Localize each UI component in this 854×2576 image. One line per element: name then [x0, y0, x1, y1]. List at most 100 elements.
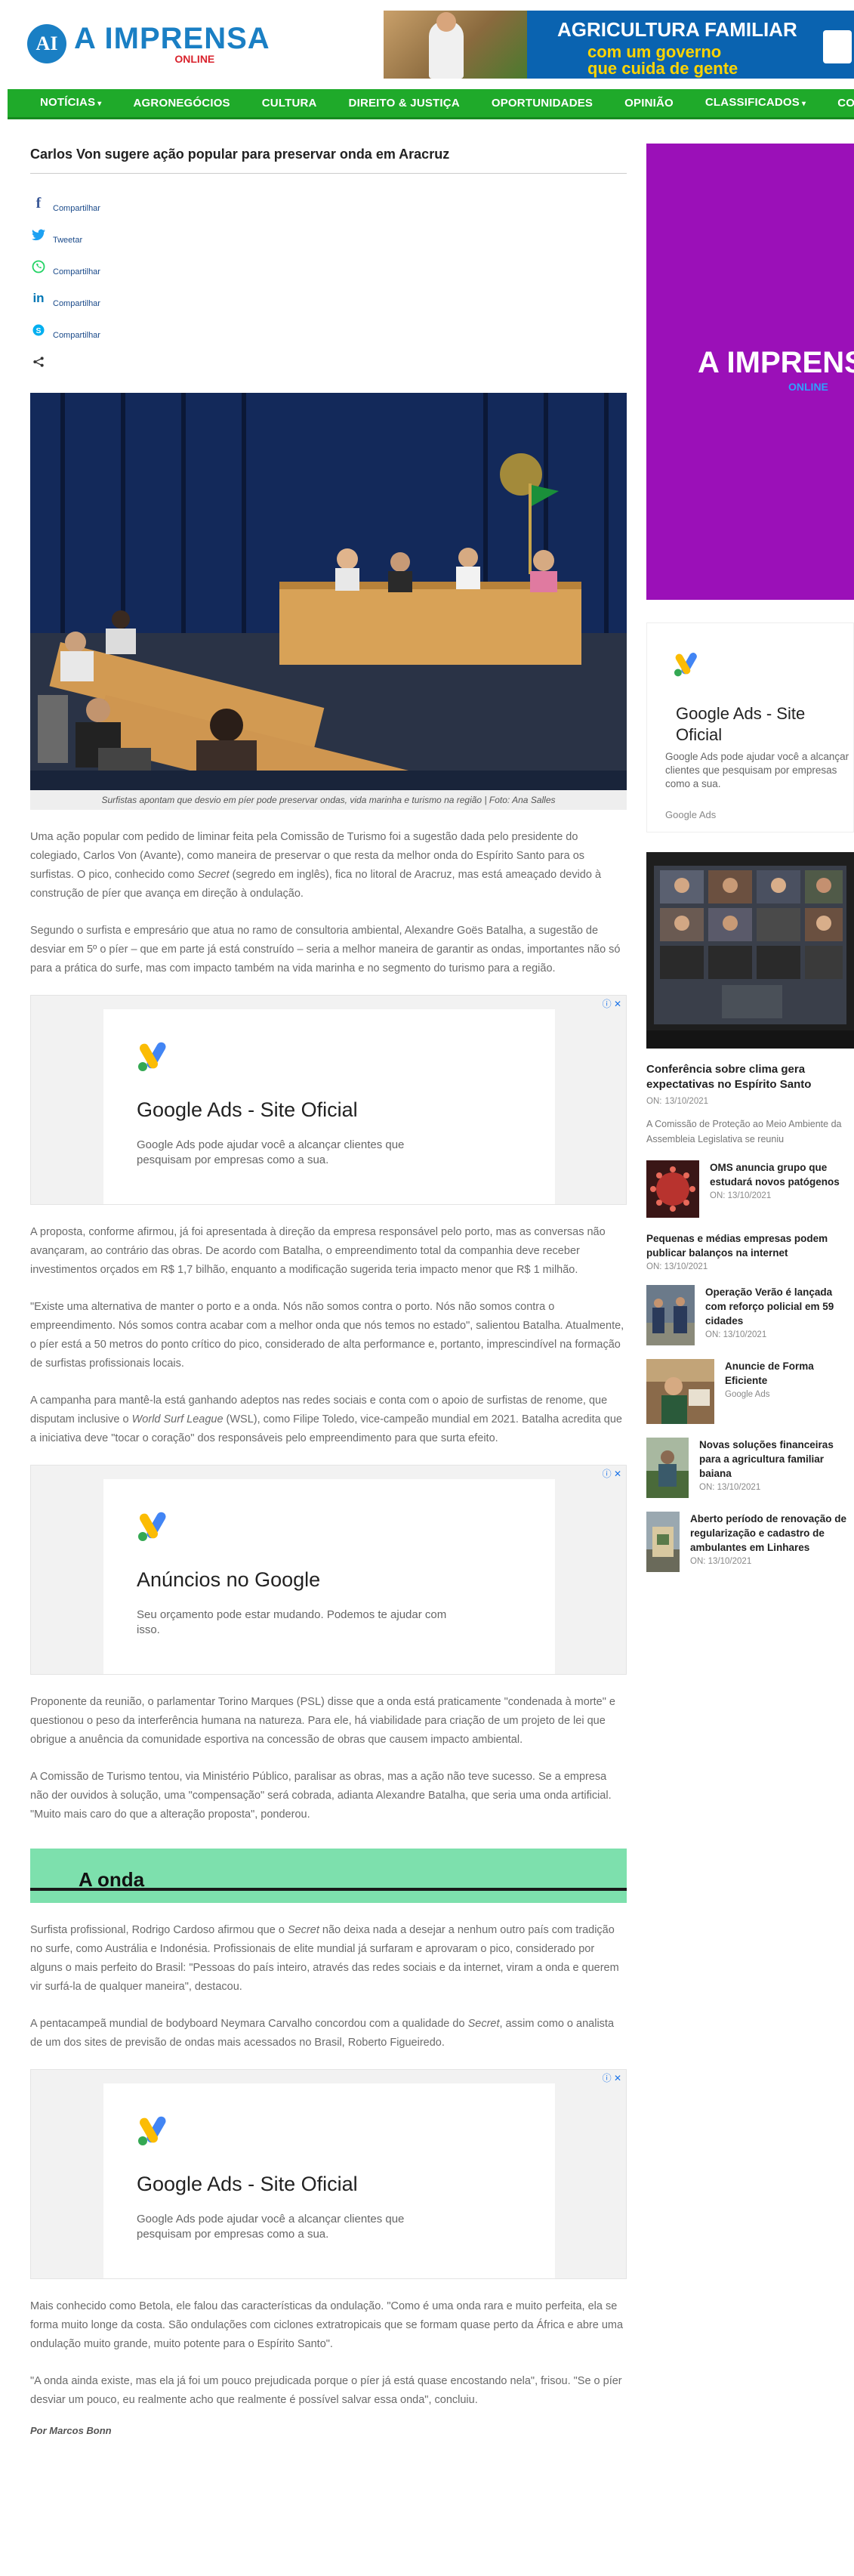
- news-list-item[interactable]: Pequenas e médias empresas podem publica…: [646, 1231, 854, 1271]
- banner-subtitle: ONLINE: [788, 381, 828, 393]
- ad-title[interactable]: Google Ads - Site Oficial: [137, 1098, 358, 1122]
- share-icon: [30, 354, 47, 370]
- nav-item-opiniao[interactable]: OPINIÃO: [609, 88, 689, 119]
- share-skype[interactable]: S Compartilhar: [30, 314, 627, 346]
- ad-title[interactable]: Google Ads - Site Oficial: [676, 703, 805, 746]
- site-header: AI A IMPRENSA ONLINE AGRICULTURA FAMILIA…: [0, 0, 854, 89]
- nav-item-noticias[interactable]: NOTÍCIAS ▾: [24, 88, 118, 119]
- google-ads-icon: [138, 1042, 166, 1071]
- ad-description: Google Ads pode ajudar você a alcançar c…: [665, 751, 849, 789]
- share-more[interactable]: [30, 346, 627, 378]
- section-heading: A onda: [30, 1849, 627, 1903]
- news-thumbnail: [646, 1359, 714, 1424]
- share-twitter[interactable]: Tweetar: [30, 219, 627, 251]
- article-main-photo: [30, 393, 627, 790]
- ad-title[interactable]: Google Ads - Site Oficial: [137, 2173, 358, 2196]
- caret-down-icon: ▾: [802, 99, 806, 108]
- sidebar-banner-ad[interactable]: A IMPRENSA ONLINE: [646, 144, 854, 600]
- ad-description: Google Ads pode ajudar você a alcançar c…: [137, 1138, 405, 1166]
- news-date: ON: 13/10/2021: [646, 1262, 708, 1271]
- article-paragraph: A pentacampeã mundial de bodyboard Neyma…: [30, 2018, 615, 2049]
- ad-title[interactable]: Anúncios no Google: [137, 1568, 320, 1592]
- banner-title: AGRICULTURA FAMILIAR: [557, 18, 797, 41]
- share-whatsapp[interactable]: Compartilhar: [30, 251, 627, 283]
- whatsapp-icon: [30, 258, 47, 275]
- article-paragraph: A proposta, conforme afirmou, já foi apr…: [30, 1226, 606, 1276]
- skype-icon: S: [30, 322, 47, 338]
- featured-news-excerpt: A Comissão de Proteção ao Meio Ambiente …: [646, 1119, 842, 1144]
- site-logo[interactable]: AI A IMPRENSA ONLINE: [27, 21, 270, 66]
- news-thumbnail: [646, 1512, 680, 1572]
- ad-description: Google Ads pode ajudar você a alcançar c…: [137, 2213, 405, 2241]
- photo-caption: Surfistas apontam que desvio em píer pod…: [30, 790, 627, 810]
- ad-info-close-icon[interactable]: ⓘ ✕: [603, 997, 621, 1010]
- google-ad[interactable]: ⓘ ✕ Google Ads - Site Oficial Google Ads…: [30, 2069, 627, 2279]
- news-thumbnail: [646, 1285, 695, 1345]
- facebook-icon: f: [35, 194, 42, 212]
- article-paragraph: A Comissão de Turismo tentou, via Minist…: [30, 1771, 612, 1821]
- caret-down-icon: ▾: [97, 99, 102, 108]
- linkedin-icon: in: [32, 291, 45, 305]
- article-paragraph: Segundo o surfista e empresário que atua…: [30, 925, 621, 974]
- google-ad[interactable]: ⓘ ✕ Google Ads - Site Oficial Google Ads…: [30, 995, 627, 1205]
- news-list-item[interactable]: OMS anuncia grupo que estudará novos pat…: [646, 1160, 854, 1218]
- news-date: ON: 13/10/2021: [705, 1330, 767, 1339]
- news-title[interactable]: OMS anuncia grupo que estudará novos pat…: [710, 1160, 854, 1189]
- news-title[interactable]: Operação Verão é lançada com reforço pol…: [705, 1285, 854, 1328]
- government-seal-icon: [823, 30, 852, 63]
- article-paragraph: Mais conhecido como Betola, ele falou da…: [30, 2300, 624, 2350]
- article-paragraph: Uma ação popular com pedido de liminar f…: [30, 831, 602, 900]
- nav-item-cultura[interactable]: CULTURA: [246, 88, 333, 119]
- share-linkedin[interactable]: in Compartilhar: [30, 283, 627, 314]
- google-ad[interactable]: ⓘ ✕ Anúncios no Google Seu orçamento pod…: [30, 1465, 627, 1675]
- share-buttons: f Compartilhar Tweetar Compartilhar in C…: [30, 187, 627, 378]
- article-paragraph: "Existe uma alternativa de manter o port…: [30, 1301, 624, 1370]
- nav-item-oportunidades[interactable]: OPORTUNIDADES: [476, 88, 609, 119]
- twitter-icon: [30, 227, 47, 243]
- ad-description: Seu orçamento pode estar mudando. Podemo…: [137, 1608, 447, 1636]
- logo-subtitle: ONLINE: [174, 53, 215, 65]
- banner-line-2: que cuida de gente: [587, 59, 738, 78]
- news-date: ON: 13/10/2021: [690, 1557, 752, 1566]
- article-paragraph: Surfista profissional, Rodrigo Cardoso a…: [30, 1924, 619, 1993]
- news-title[interactable]: Anuncie de Forma Eficiente: [725, 1359, 854, 1388]
- logo-wordmark: A IMPRENSA: [74, 22, 270, 55]
- news-thumbnail: [646, 1160, 699, 1218]
- sidebar: A IMPRENSA ONLINE Google Ads - SiteOfici…: [646, 144, 854, 1572]
- news-list-item[interactable]: Operação Verão é lançada com reforço pol…: [646, 1285, 854, 1345]
- featured-news-image[interactable]: [646, 852, 854, 1049]
- share-facebook[interactable]: f Compartilhar: [30, 187, 627, 219]
- top-ad-banner[interactable]: AGRICULTURA FAMILIAR com um governo que …: [384, 11, 854, 79]
- google-ads-icon: [138, 2116, 166, 2145]
- ad-info-close-icon[interactable]: ⓘ ✕: [603, 2071, 621, 2084]
- news-date: ON: 13/10/2021: [699, 1483, 761, 1492]
- article: Carlos Von sugere ação popular para pres…: [30, 144, 627, 2436]
- news-list-item[interactable]: Novas soluções financeiras para a agricu…: [646, 1438, 854, 1498]
- featured-news-title[interactable]: Conferência sobre clima gera expectativa…: [646, 1062, 854, 1092]
- nav-item-direito-justica[interactable]: DIREITO & JUSTIÇA: [333, 88, 476, 119]
- nav-item-classificados[interactable]: CLASSIFICADOS ▾: [689, 88, 822, 119]
- news-date: Google Ads: [725, 1390, 770, 1399]
- article-paragraph: "A onda ainda existe, mas ela já foi um …: [30, 2375, 622, 2406]
- article-byline: Por Marcos Bonn: [30, 2425, 112, 2436]
- news-date: ON: 13/10/2021: [646, 1097, 709, 1106]
- ad-source: Google Ads: [665, 809, 717, 820]
- article-paragraph: A campanha para mantê-la está ganhando a…: [30, 1395, 622, 1444]
- news-title[interactable]: Pequenas e médias empresas podem publica…: [646, 1231, 854, 1260]
- news-title[interactable]: Novas soluções financeiras para a agricu…: [699, 1438, 854, 1481]
- news-thumbnail: [646, 1438, 689, 1498]
- banner-wordmark: A IMPRENSA: [698, 346, 854, 379]
- nav-item-agronegocios[interactable]: AGRONEGÓCIOS: [118, 88, 246, 119]
- news-list-item[interactable]: Aberto período de renovação de regulariz…: [646, 1512, 854, 1572]
- article-title: Carlos Von sugere ação popular para pres…: [30, 144, 627, 174]
- sidebar-google-ad[interactable]: Google Ads - Site Oficial Google Ads pode…: [646, 622, 854, 832]
- svg-text:S: S: [35, 326, 41, 335]
- logo-badge: AI: [27, 24, 66, 63]
- news-list-item[interactable]: Anuncie de Forma Eficiente Google Ads: [646, 1359, 854, 1424]
- nav-item-contato[interactable]: CONTATO: [822, 88, 854, 119]
- ad-info-close-icon[interactable]: ⓘ ✕: [603, 1467, 621, 1480]
- news-date: ON: 13/10/2021: [710, 1191, 772, 1200]
- news-title[interactable]: Aberto período de renovação de regulariz…: [690, 1512, 854, 1555]
- article-paragraph: Proponente da reunião, o parlamentar Tor…: [30, 1696, 615, 1746]
- google-ads-icon: [138, 1512, 166, 1541]
